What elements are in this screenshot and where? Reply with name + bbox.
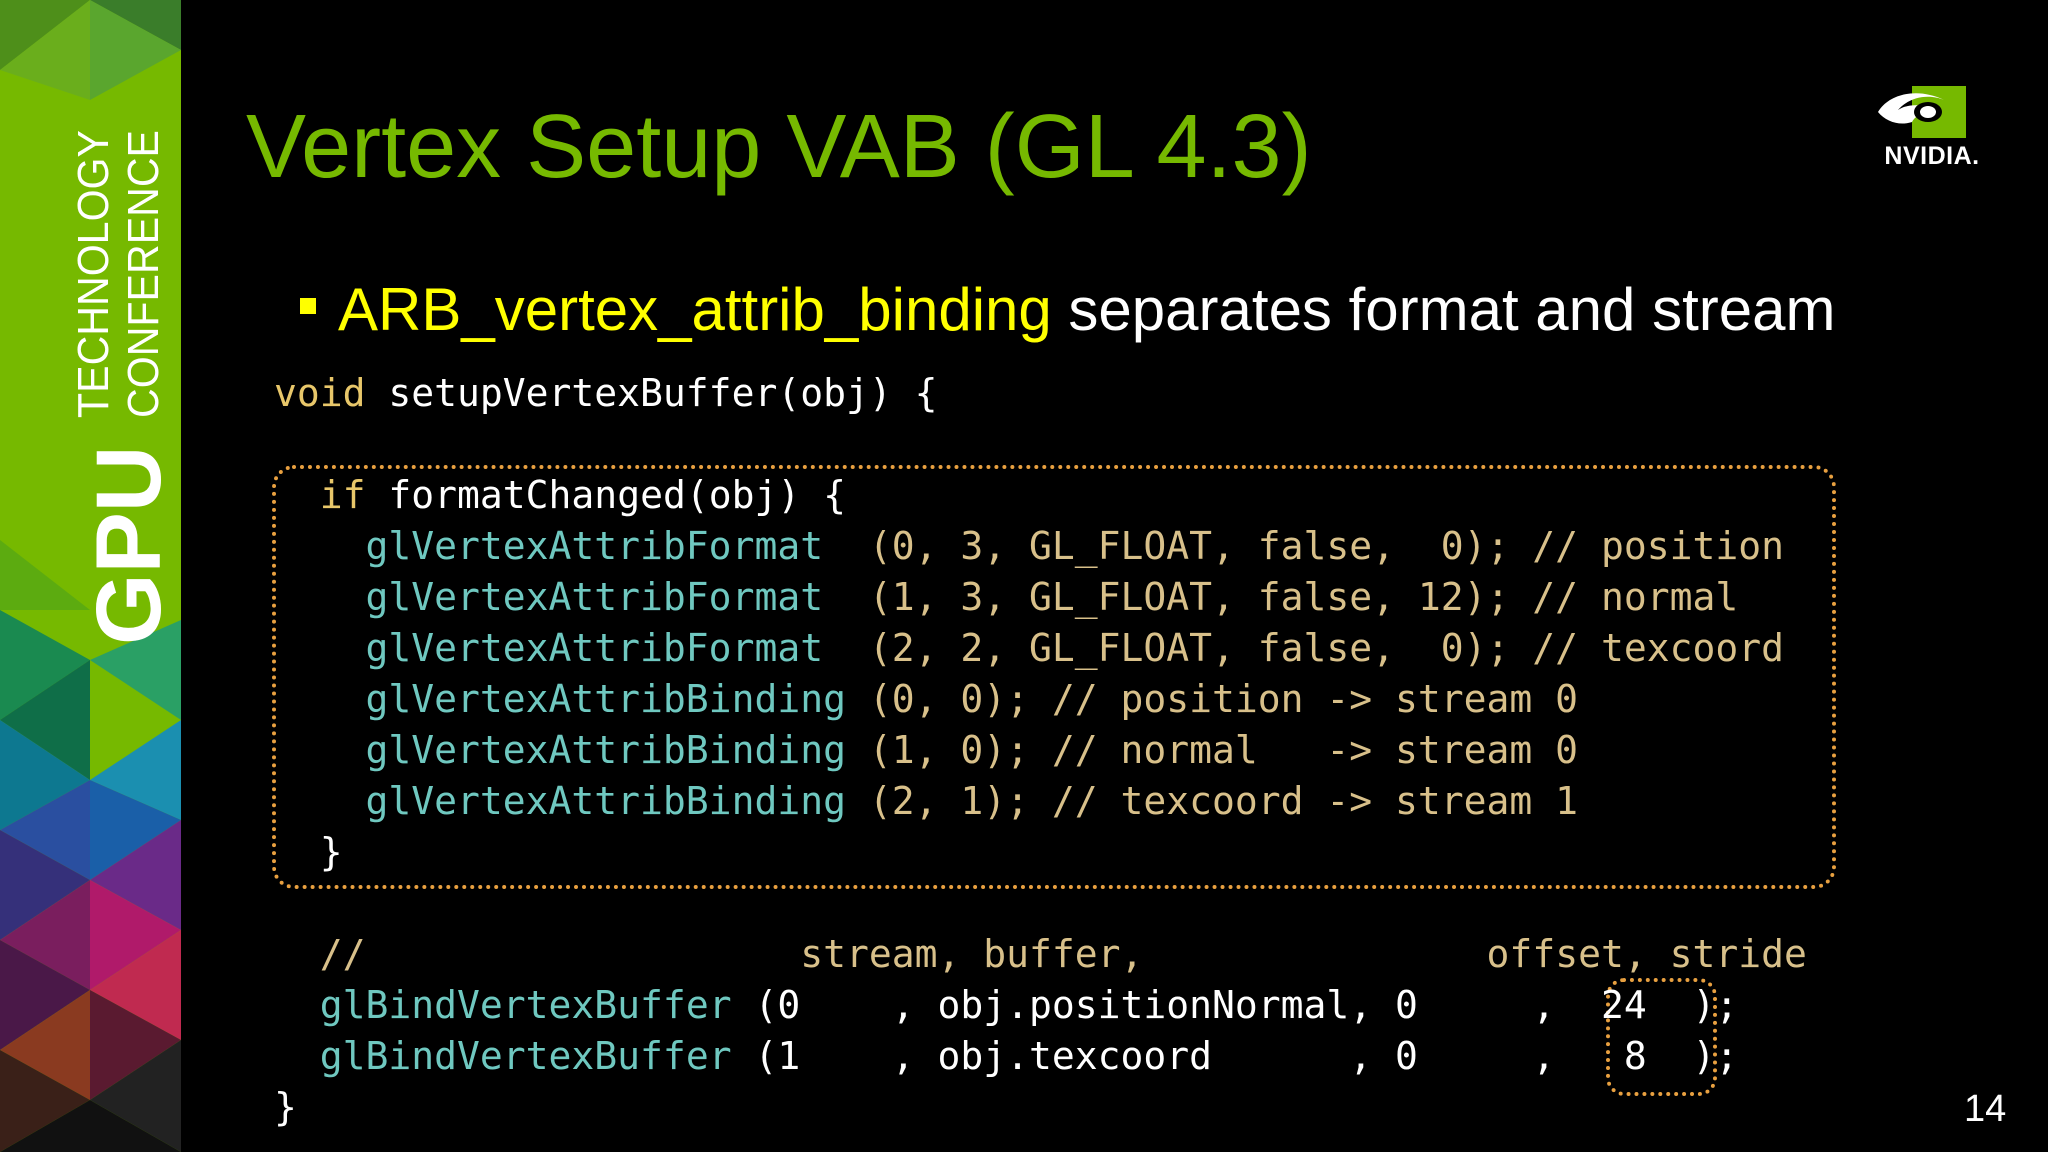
- code-comment-columns: stream, buffer, offset, stride: [800, 932, 1807, 976]
- code-fn-format: glVertexAttribFormat: [365, 575, 824, 619]
- code-format-args: (2, 2, GL_FLOAT, false, 0); // texcoord: [868, 626, 1784, 670]
- code-block: void setupVertexBuffer(obj) { if formatC…: [274, 368, 1807, 1133]
- technology-label: TECHNOLOGY: [69, 130, 118, 418]
- code-binding-args: (0, 0); // position -> stream 0: [868, 677, 1579, 721]
- bullet-point: ARB_vertex_attrib_binding separates form…: [300, 275, 1835, 344]
- code-close-brace: }: [319, 830, 343, 874]
- code-format-args: (1, 3, GL_FLOAT, false, 12); // normal: [868, 575, 1739, 619]
- code-function-signature: setupVertexBuffer(obj) {: [365, 371, 938, 415]
- code-fn-bind-buffer: glBindVertexBuffer: [319, 983, 732, 1027]
- code-fn-binding: glVertexAttribBinding: [365, 677, 846, 721]
- bullet-text: separates format and stream: [1051, 276, 1836, 343]
- conference-label: CONFERENCE: [119, 130, 168, 418]
- code-fn-bind-buffer: glBindVertexBuffer: [319, 1034, 732, 1078]
- nvidia-logo-text: NVIDIA.: [1884, 142, 1980, 170]
- code-if-condition: formatChanged(obj) {: [365, 473, 846, 517]
- code-binding-args: (2, 1); // texcoord -> stream 1: [868, 779, 1579, 823]
- code-fn-binding: glVertexAttribBinding: [365, 728, 846, 772]
- page-number: 14: [1964, 1088, 2007, 1130]
- code-fn-format: glVertexAttribFormat: [365, 626, 824, 670]
- code-bind-buffer-args: (1 , obj.texcoord , 0 , 8 );: [754, 1034, 1739, 1078]
- code-fn-binding: glVertexAttribBinding: [365, 779, 846, 823]
- code-format-args: (0, 3, GL_FLOAT, false, 0); // position: [868, 524, 1784, 568]
- code-comment-slashes: //: [319, 932, 366, 976]
- slide-title: Vertex Setup VAB (GL 4.3): [246, 97, 1312, 197]
- code-binding-args: (1, 0); // normal -> stream 0: [868, 728, 1579, 772]
- bullet-square-icon: [300, 298, 316, 315]
- code-bind-buffer-args: (0 , obj.positionNormal, 0 , 24 );: [754, 983, 1739, 1027]
- bullet-keyword: ARB_vertex_attrib_binding: [338, 276, 1052, 343]
- code-fn-format: glVertexAttribFormat: [365, 524, 824, 568]
- code-keyword-void: void: [274, 371, 366, 415]
- gpu-label: GPU: [78, 446, 180, 645]
- code-keyword-if: if: [319, 473, 366, 517]
- code-close-brace: }: [274, 1085, 297, 1129]
- conference-branding: GPU TECHNOLOGY CONFERENCE: [0, 0, 181, 1152]
